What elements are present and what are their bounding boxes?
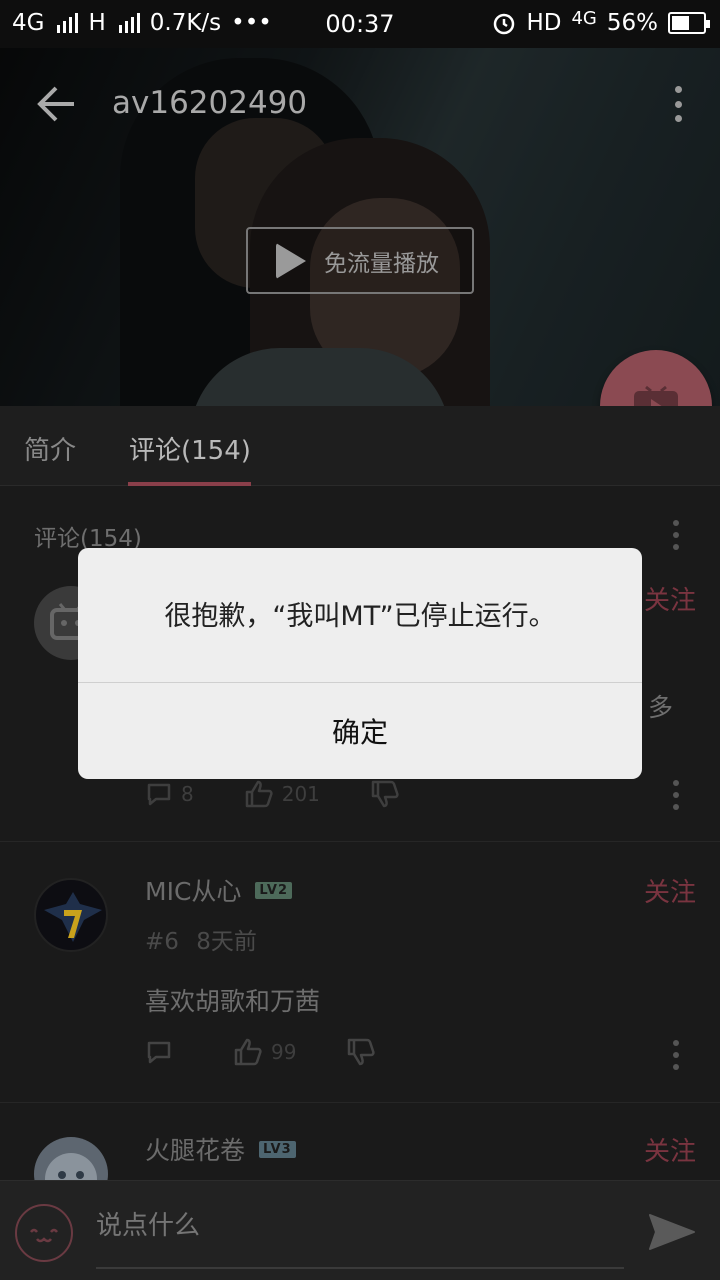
- crash-dialog: 很抱歉，“我叫MT”已停止运行。 确定: [78, 548, 642, 779]
- confirm-button[interactable]: 确定: [78, 683, 642, 779]
- dialog-message: 很抱歉，“我叫MT”已停止运行。: [164, 601, 556, 632]
